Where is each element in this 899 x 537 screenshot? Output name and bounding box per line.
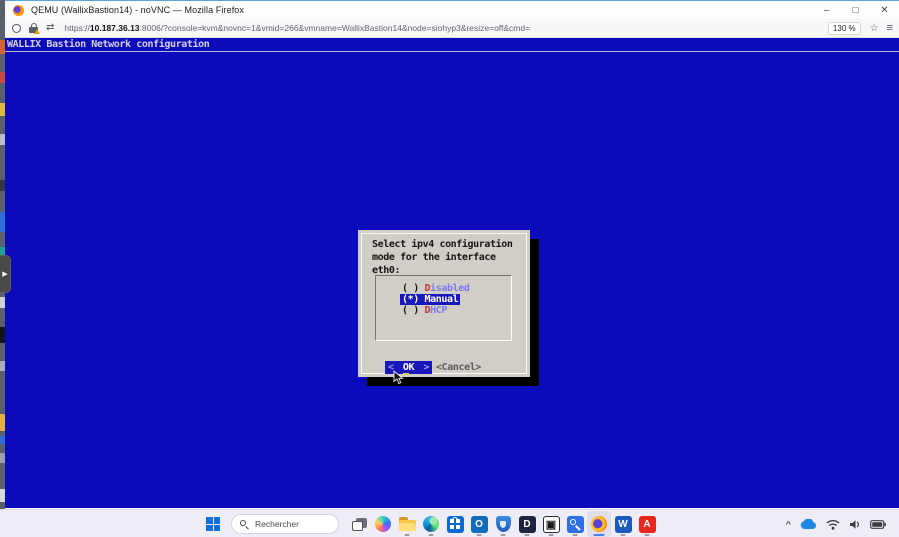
cube-app-button[interactable]: ▣ [539, 511, 563, 537]
tray-expand-chevron-icon[interactable]: ^ [786, 520, 791, 528]
volume-icon[interactable] [849, 519, 861, 530]
file-explorer-button[interactable] [395, 511, 419, 537]
url-host: 10.187.36.13 [89, 23, 140, 33]
option-dhcp[interactable]: ( ) DHCP [402, 305, 447, 316]
battery-icon[interactable] [870, 519, 886, 529]
copilot-icon [375, 516, 391, 532]
novnc-controlbar-handle[interactable]: ▶ [0, 255, 11, 293]
taskbar-search[interactable]: Rechercher [231, 514, 339, 534]
firefox-icon [591, 516, 607, 532]
radio-listbox: ( ) Disabled (*) Manual ( ) DHCP [375, 275, 512, 341]
key-app-button[interactable] [563, 511, 587, 537]
tracking-protection-icon[interactable] [12, 23, 21, 33]
d-app-button[interactable]: D [515, 511, 539, 537]
shield-app-icon [495, 516, 511, 532]
expand-arrow-icon: ▶ [2, 271, 8, 278]
mouse-cursor [393, 370, 404, 385]
window-controls: – □ ✕ [812, 1, 899, 20]
close-button[interactable]: ✕ [870, 1, 899, 20]
minimize-button[interactable]: – [812, 1, 841, 20]
url-path: :8006/?console=kvm&novnc=1&vmid=266&vmna… [139, 23, 531, 33]
cancel-button[interactable]: <Cancel> [436, 361, 481, 374]
edge-icon [423, 516, 439, 532]
zoom-level-badge[interactable]: 130 % [827, 21, 861, 35]
connection-arrows-icon[interactable]: ⇄ [46, 23, 54, 33]
task-view-button[interactable] [347, 511, 371, 537]
window-title: QEMU (WallixBastion14) - noVNC — Mozilla… [31, 5, 245, 15]
toolbar-right-cluster: 130 % ☆ ≡ [827, 21, 893, 35]
maximize-button[interactable]: □ [841, 1, 870, 20]
microsoft-store-icon [446, 515, 464, 533]
key-app-icon [566, 515, 584, 533]
wifi-icon[interactable] [826, 519, 840, 530]
hamburger-menu-icon[interactable]: ≡ [887, 22, 893, 34]
firefox-logo-icon [13, 4, 24, 16]
system-tray: ^ [786, 510, 886, 537]
option-manual-selected[interactable]: (*) Manual [400, 294, 461, 305]
search-placeholder: Rechercher [255, 519, 299, 529]
word-button[interactable]: W [611, 511, 635, 537]
task-view-icon [351, 517, 367, 531]
copilot-button[interactable] [371, 511, 395, 537]
browser-toolbar: ⇄ https://10.187.36.13:8006/?console=kvm… [5, 19, 899, 38]
vnc-header-rule [5, 51, 899, 52]
windows-taskbar: Rechercher O D ▣ W A ^ [0, 509, 899, 537]
acrobat-button[interactable]: A [635, 511, 659, 537]
security-shield-app-button[interactable] [491, 511, 515, 537]
insecure-lock-warning-icon[interactable] [29, 23, 40, 34]
microsoft-store-button[interactable] [443, 511, 467, 537]
option-disabled[interactable]: ( ) Disabled [402, 283, 470, 294]
dialog-prompt: Select ipv4 configuration mode for the i… [372, 239, 513, 276]
file-explorer-icon [398, 517, 416, 531]
firefox-taskbar-button[interactable] [587, 511, 611, 537]
start-button[interactable] [201, 511, 225, 537]
search-icon [240, 519, 249, 529]
title-bar: QEMU (WallixBastion14) - noVNC — Mozilla… [5, 0, 899, 19]
novnc-console: WALLIX Bastion Network configuration Sel… [5, 38, 899, 508]
vnc-header-title: WALLIX Bastion Network configuration [7, 39, 210, 50]
firefox-window: QEMU (WallixBastion14) - noVNC — Mozilla… [5, 0, 899, 509]
windows-logo-icon [206, 517, 220, 531]
url-bar[interactable]: https://10.187.36.13:8006/?console=kvm&n… [64, 23, 828, 33]
ipv4-config-dialog: Select ipv4 configuration mode for the i… [358, 230, 530, 377]
outlook-icon: O [470, 515, 488, 533]
acrobat-icon: A [638, 515, 656, 533]
url-scheme: https:// [64, 23, 90, 33]
edge-button[interactable] [419, 511, 443, 537]
outlook-button[interactable]: O [467, 511, 491, 537]
bookmark-star-icon[interactable]: ☆ [870, 23, 879, 34]
screen: QEMU (WallixBastion14) - noVNC — Mozilla… [0, 0, 899, 537]
taskbar-center: Rechercher O D ▣ W A [201, 510, 659, 537]
onedrive-cloud-icon[interactable] [800, 518, 817, 530]
word-icon: W [614, 515, 632, 533]
cube-app-icon: ▣ [542, 515, 560, 533]
d-app-icon: D [518, 515, 536, 533]
